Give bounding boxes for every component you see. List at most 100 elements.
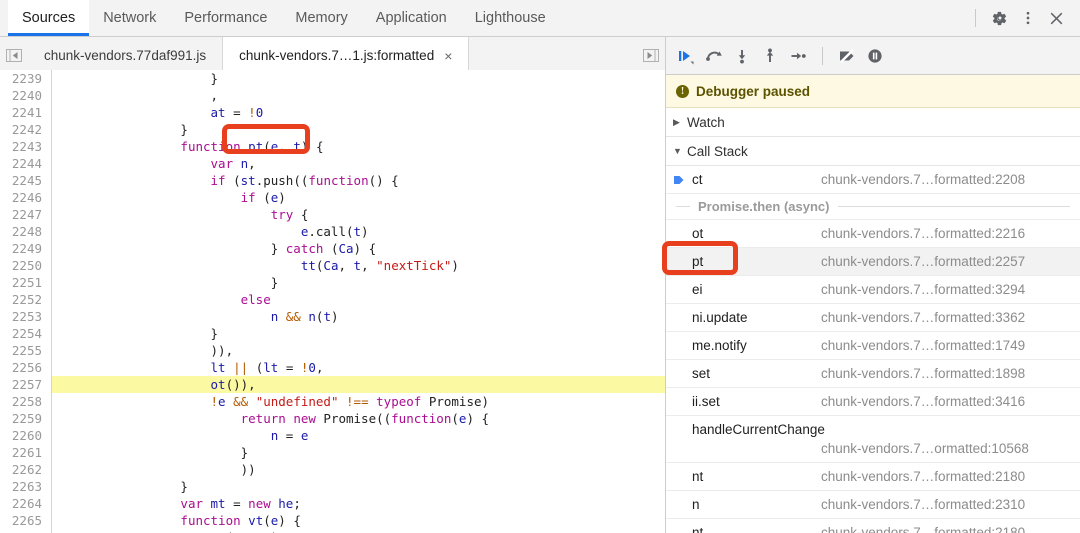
code-line[interactable]: 2261 } [0, 444, 665, 461]
code-editor[interactable]: 2239 } 2240 , 2241 at = !0 2242 } 2243 funct… [0, 70, 665, 533]
call-stack-row[interactable]: handleCurrentChange chunk-vendors.7…ormat… [666, 416, 1080, 463]
line-number[interactable]: 2259 [0, 410, 52, 427]
code-line[interactable]: 2258 !e && "undefined" !== typeof Promis… [0, 393, 665, 410]
line-number[interactable]: 2258 [0, 393, 52, 410]
call-stack-row[interactable]: ni.update chunk-vendors.7…formatted:3362 [666, 304, 1080, 332]
line-number[interactable]: 2245 [0, 172, 52, 189]
line-number[interactable]: 2256 [0, 359, 52, 376]
call-stack-row[interactable]: n chunk-vendors.7…formatted:2310 [666, 491, 1080, 519]
line-number[interactable]: 2239 [0, 70, 52, 87]
panel-tab-performance[interactable]: Performance [170, 0, 281, 36]
code-line[interactable]: 2259 return new Promise((function(e) { [0, 410, 665, 427]
code-line[interactable]: 2246 if (e) [0, 189, 665, 206]
call-stack-row[interactable]: set chunk-vendors.7…formatted:1898 [666, 360, 1080, 388]
code-line[interactable]: 2241 at = !0 [0, 104, 665, 121]
code-line[interactable]: 2239 } [0, 70, 665, 87]
next-tab-arrow[interactable] [637, 37, 665, 74]
code-line[interactable]: 2252 else [0, 291, 665, 308]
line-number[interactable]: 2255 [0, 342, 52, 359]
call-stack-row[interactable]: me.notify chunk-vendors.7…formatted:1749 [666, 332, 1080, 360]
code-line[interactable]: 2242 } [0, 121, 665, 138]
line-number[interactable]: 2242 [0, 121, 52, 138]
file-tab[interactable]: chunk-vendors.7…1.js:formatted × [223, 37, 470, 74]
code-line[interactable]: 2248 e.call(t) [0, 223, 665, 240]
line-number[interactable]: 2260 [0, 427, 52, 444]
debugger-toolbar [666, 37, 1080, 75]
step-out-button[interactable] [756, 42, 784, 70]
line-number[interactable]: 2261 [0, 444, 52, 461]
code-line[interactable]: 2266 gt(e, mt), [0, 529, 665, 533]
line-number[interactable]: 2266 [0, 529, 52, 533]
pause-on-exceptions-button[interactable] [861, 42, 889, 70]
code-line[interactable]: 2254 } [0, 325, 665, 342]
code-line[interactable]: 2249 } catch (Ca) { [0, 240, 665, 257]
call-stack-row[interactable]: ot chunk-vendors.7…formatted:2216 [666, 220, 1080, 248]
more-options-icon[interactable] [1014, 4, 1042, 32]
panel-tab-lighthouse[interactable]: Lighthouse [461, 0, 560, 36]
call-stack-row[interactable]: nt chunk-vendors.7…formatted:2180 [666, 519, 1080, 533]
line-number[interactable]: 2241 [0, 104, 52, 121]
panel-tab-sources[interactable]: Sources [8, 0, 90, 36]
prev-tab-arrow[interactable] [0, 37, 28, 74]
current-frame-icon [666, 174, 692, 186]
line-number[interactable]: 2243 [0, 138, 52, 155]
step-into-button[interactable] [728, 42, 756, 70]
panel-tab-memory[interactable]: Memory [281, 0, 361, 36]
settings-icon[interactable] [986, 4, 1014, 32]
call-stack-row[interactable]: ct chunk-vendors.7…formatted:2208 [666, 166, 1080, 194]
line-number[interactable]: 2250 [0, 257, 52, 274]
line-number[interactable]: 2257 [0, 376, 52, 393]
line-number[interactable]: 2251 [0, 274, 52, 291]
code-line[interactable]: 2262 )) [0, 461, 665, 478]
close-icon[interactable] [1042, 4, 1070, 32]
line-number[interactable]: 2240 [0, 87, 52, 104]
code-line[interactable]: 2244 var n, [0, 155, 665, 172]
code-line[interactable]: 2253 n && n(t) [0, 308, 665, 325]
code-line-content: e.call(t) [300, 224, 369, 239]
code-line-content: !e && "undefined" !== typeof Promise) [210, 394, 490, 409]
watch-section-header[interactable]: ▶ Watch [666, 108, 1080, 137]
call-stack-row[interactable]: nt chunk-vendors.7…formatted:2180 [666, 463, 1080, 491]
call-stack-row[interactable]: ei chunk-vendors.7…formatted:3294 [666, 276, 1080, 304]
code-line[interactable]: 2245 if (st.push((function() { [0, 172, 665, 189]
code-line[interactable]: 2247 try { [0, 206, 665, 223]
call-stack-function-name: ei [692, 282, 703, 297]
code-line[interactable]: 2265 function vt(e) { [0, 512, 665, 529]
line-number[interactable]: 2244 [0, 155, 52, 172]
deactivate-breakpoints-button[interactable] [833, 42, 861, 70]
call-stack-row[interactable]: ii.set chunk-vendors.7…formatted:3416 [666, 388, 1080, 416]
file-tab-close-icon[interactable]: × [444, 49, 452, 63]
code-line[interactable]: 2264 var mt = new he; [0, 495, 665, 512]
line-number[interactable]: 2263 [0, 478, 52, 495]
line-number[interactable]: 2265 [0, 512, 52, 529]
call-stack-section-header[interactable]: ▼ Call Stack [666, 137, 1080, 166]
code-line[interactable]: 2256 lt || (lt = !0, [0, 359, 665, 376]
line-number[interactable]: 2246 [0, 189, 52, 206]
file-tab[interactable]: chunk-vendors.77daf991.js [28, 37, 224, 74]
line-number[interactable]: 2252 [0, 291, 52, 308]
code-line[interactable]: 2260 n = e [0, 427, 665, 444]
line-number[interactable]: 2254 [0, 325, 52, 342]
code-line-content: } catch (Ca) { [270, 241, 377, 256]
resume-script-execution-button[interactable] [672, 42, 700, 70]
panel-actions [965, 0, 1080, 36]
code-line[interactable]: 2263 } [0, 478, 665, 495]
code-line[interactable]: 2255 )), [0, 342, 665, 359]
line-number[interactable]: 2262 [0, 461, 52, 478]
step-over-button[interactable] [700, 42, 728, 70]
line-number[interactable]: 2264 [0, 495, 52, 512]
panel-tab-network[interactable]: Network [89, 0, 170, 36]
step-button[interactable] [784, 42, 812, 70]
line-number[interactable]: 2249 [0, 240, 52, 257]
code-line[interactable]: 2240 , [0, 87, 665, 104]
code-line[interactable]: 2243 function pt(e, t) { [0, 138, 665, 155]
code-line[interactable]: 2251 } [0, 274, 665, 291]
code-line[interactable]: 2250 tt(Ca, t, "nextTick") [0, 257, 665, 274]
line-number[interactable]: 2248 [0, 223, 52, 240]
line-number[interactable]: 2253 [0, 308, 52, 325]
call-stack-source-location: chunk-vendors.7…formatted:1749 [821, 338, 1026, 353]
line-number[interactable]: 2247 [0, 206, 52, 223]
call-stack-row[interactable]: pt chunk-vendors.7…formatted:2257 [666, 248, 1080, 276]
code-line-executing[interactable]: 2257 ot()), [0, 376, 665, 393]
panel-tab-application[interactable]: Application [362, 0, 461, 36]
